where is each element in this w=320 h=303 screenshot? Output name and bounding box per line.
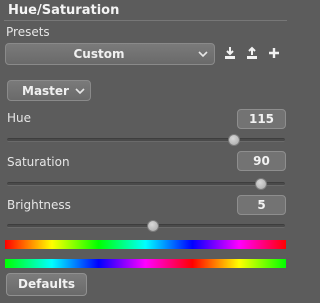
brightness-slider-thumb[interactable] (146, 220, 159, 232)
hue-saturation-panel: Hue/Saturation Presets Custom Master Hue… (0, 0, 291, 303)
channel-mode-dropdown[interactable]: Master (7, 80, 91, 101)
hue-slider-track[interactable] (7, 134, 285, 146)
chevron-down-icon (198, 51, 208, 58)
add-preset-icon[interactable] (267, 46, 281, 60)
brightness-slider-track[interactable] (7, 220, 285, 232)
brightness-value-field[interactable]: 5 (237, 195, 286, 215)
saturation-label: Saturation (7, 155, 70, 169)
save-preset-icon[interactable] (223, 46, 237, 60)
saturation-value-field[interactable]: 90 (237, 151, 286, 171)
channel-mode-selected-value: Master (22, 84, 69, 98)
presets-label: Presets (6, 25, 50, 39)
presets-dropdown[interactable]: Custom (5, 43, 215, 65)
output-spectrum-bar (5, 259, 286, 268)
hue-slider-thumb[interactable] (227, 134, 240, 146)
saturation-slider-thumb[interactable] (255, 178, 268, 190)
hue-label: Hue (7, 111, 32, 125)
saturation-slider-track[interactable] (7, 178, 285, 190)
defaults-button[interactable]: Defaults (6, 273, 87, 296)
brightness-label: Brightness (7, 198, 71, 212)
title-divider (4, 20, 287, 21)
load-preset-icon[interactable] (245, 46, 259, 60)
presets-selected-value: Custom (73, 47, 125, 61)
input-spectrum-bar (5, 240, 286, 249)
hue-value-field[interactable]: 115 (237, 109, 286, 129)
panel-title: Hue/Saturation (8, 3, 120, 18)
chevron-down-icon (75, 88, 85, 95)
